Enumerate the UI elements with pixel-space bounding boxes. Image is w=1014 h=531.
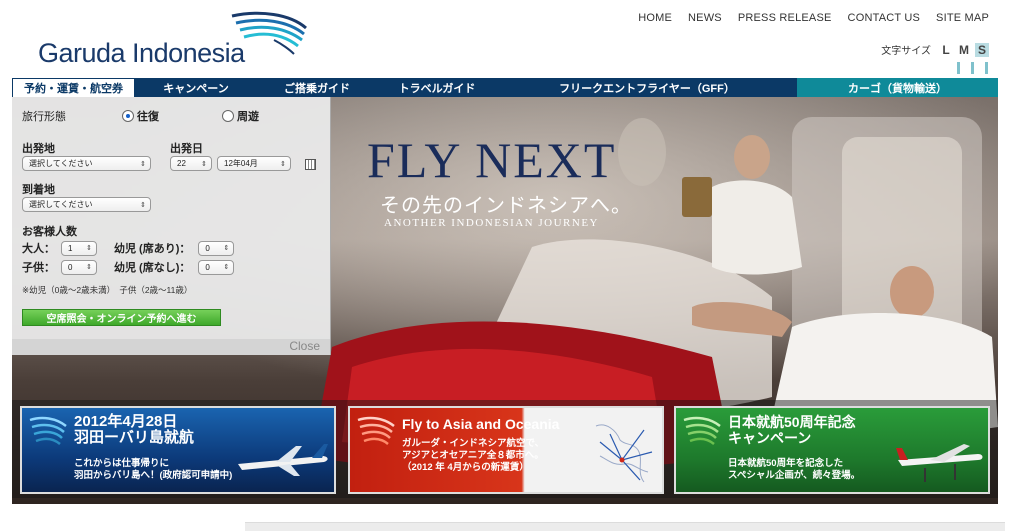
banner-title-line1: 2012年4月28日 [74,413,178,430]
banner-50th-anniversary[interactable]: 日本就航50周年記念 キャンペーン 日本就航50周年を記念した スペシャル企画が… [674,406,990,494]
adult-select[interactable]: 1 ⇕ [61,240,97,256]
passengers-label: お客様人数 [22,226,77,238]
arrival-select[interactable]: 選択してください ⇕ [22,197,151,212]
arrival-label: 到着地 [22,184,55,196]
top-nav: HOME NEWS PRESS RELEASE CONTACT US SITE … [638,12,989,24]
month-select[interactable]: 12年04月 ⇕ [217,156,291,171]
topnav-news[interactable]: NEWS [688,12,722,24]
select-arrow-icon: ⇕ [280,160,286,168]
garuda-bird-icon [357,416,395,445]
banner-title-line2: 羽田ーバリ島就航 [74,429,194,446]
garuda-bird-icon [683,416,721,445]
infant-seat-select[interactable]: 0 ⇕ [198,240,235,256]
infant-noseat-select[interactable]: 0 ⇕ [198,259,235,275]
tab-campaign[interactable]: キャンペーン [135,78,257,97]
topnav-press-release[interactable]: PRESS RELEASE [738,12,832,24]
banner-text-line1: ガルーダ・インドネシア航空で、 [402,438,545,449]
topnav-contact-us[interactable]: CONTACT US [848,12,921,24]
departure-label: 出発地 [22,143,55,155]
banner-title-line2: キャンペーン [728,430,812,446]
font-size-large[interactable]: L [939,43,953,57]
garuda-bird-icon [29,416,67,445]
tab-travel-guide[interactable]: トラベルガイド [377,78,497,97]
select-arrow-icon: ⇕ [86,245,92,252]
vintage-airplane-icon [896,444,983,482]
hero-subheadline: その先のインドネシアへ。 [380,195,632,217]
age-note: ※幼児（0歳〜2歳未満） 子供（2歳〜11歳） [22,285,193,295]
select-arrow-icon: ⇕ [223,264,230,271]
trip-type-label: 旅行形態 [22,111,66,123]
adult-label: 大人： [22,243,55,255]
font-size-indicator [957,62,988,74]
footer-divider [245,522,1005,531]
child-label: 子供： [22,262,55,274]
infant-seat-label: 幼児 (席あり)： [114,243,191,255]
font-size-switcher: 文字サイズ L M S [881,42,989,57]
select-arrow-icon: ⇕ [223,245,230,252]
tab-boarding-guide[interactable]: ご搭乗ガイド [257,78,377,97]
banner-text-line1: これからは仕事帰りに [74,458,170,469]
select-arrow-icon: ⇕ [140,201,146,209]
search-flights-button[interactable]: 空席照会・オンライン予約へ進む [22,309,221,326]
font-size-medium[interactable]: M [957,43,971,57]
select-arrow-icon: ⇕ [201,160,207,168]
radio-unselected-icon [222,110,234,122]
departure-select[interactable]: 選択してください ⇕ [22,156,151,171]
close-button[interactable]: Close [289,339,320,353]
date-label: 出発日 [170,143,203,155]
booking-panel: 旅行形態 往復 周遊 出発地 出発日 選択してください ⇕ 22 ⇕ 12年04月 ⇕… [12,97,331,355]
main-nav: 予約・運賃・航空券 キャンペーン ご搭乗ガイド トラベルガイド フリークエントフ… [12,78,998,97]
child-select[interactable]: 0 ⇕ [61,259,97,275]
brand-name: Garuda Indonesia [38,38,245,68]
banner-title-line1: 日本就航50周年記念 [728,414,856,430]
banner-text-line2: 羽田からバリ島へ！(政府認可申請中) [74,470,233,481]
tab-frequent-flyer[interactable]: フリークエントフライヤー（GFF） [497,78,797,97]
hero-tagline: ANOTHER INDONESIAN JOURNEY [384,217,599,229]
tab-reservation[interactable]: 予約・運賃・航空券 [12,78,135,97]
garuda-bird-icon [231,11,307,55]
circle-trip-radio[interactable]: 周遊 [222,108,259,124]
airplane-icon [238,444,328,476]
topnav-home[interactable]: HOME [638,12,672,24]
tab-cargo[interactable]: カーゴ（貨物輸送） [797,78,998,97]
infant-noseat-label: 幼児 (席なし)： [114,262,191,274]
banner-text-line1: 日本就航50周年を記念した [728,458,844,469]
route-map-icon [595,424,653,483]
radio-selected-icon [122,110,134,122]
select-arrow-icon: ⇕ [86,264,92,271]
promo-banners: 2012年4月28日 羽田ーバリ島就航 これからは仕事帰りに 羽田からバリ島へ！… [12,400,998,498]
hero-headline: FLY NEXT [367,132,617,188]
banner-title-line1: Fly to Asia and Oceania [402,416,560,432]
font-size-small[interactable]: S [975,42,989,57]
banner-asia-oceania[interactable]: Fly to Asia and Oceania ガルーダ・インドネシア航空で、 … [348,406,664,494]
font-size-label: 文字サイズ [881,46,931,57]
round-trip-radio[interactable]: 往復 [122,108,159,124]
banner-text-line2: アジアとオセアニア全８都市へ。 [402,450,544,461]
banner-text-line2: スペシャル企画が、続々登場。 [728,470,861,481]
topnav-site-map[interactable]: SITE MAP [936,12,989,24]
banner-haneda-bali[interactable]: 2012年4月28日 羽田ーバリ島就航 これからは仕事帰りに 羽田からバリ島へ！… [20,406,336,494]
calendar-icon[interactable] [305,159,316,170]
brand-logo[interactable]: Garuda Indonesia [38,10,308,70]
close-bar [12,339,330,355]
day-select[interactable]: 22 ⇕ [170,156,212,171]
select-arrow-icon: ⇕ [140,160,146,168]
banner-text-line3: （2012 年 4月からの新運賃） [402,462,529,473]
